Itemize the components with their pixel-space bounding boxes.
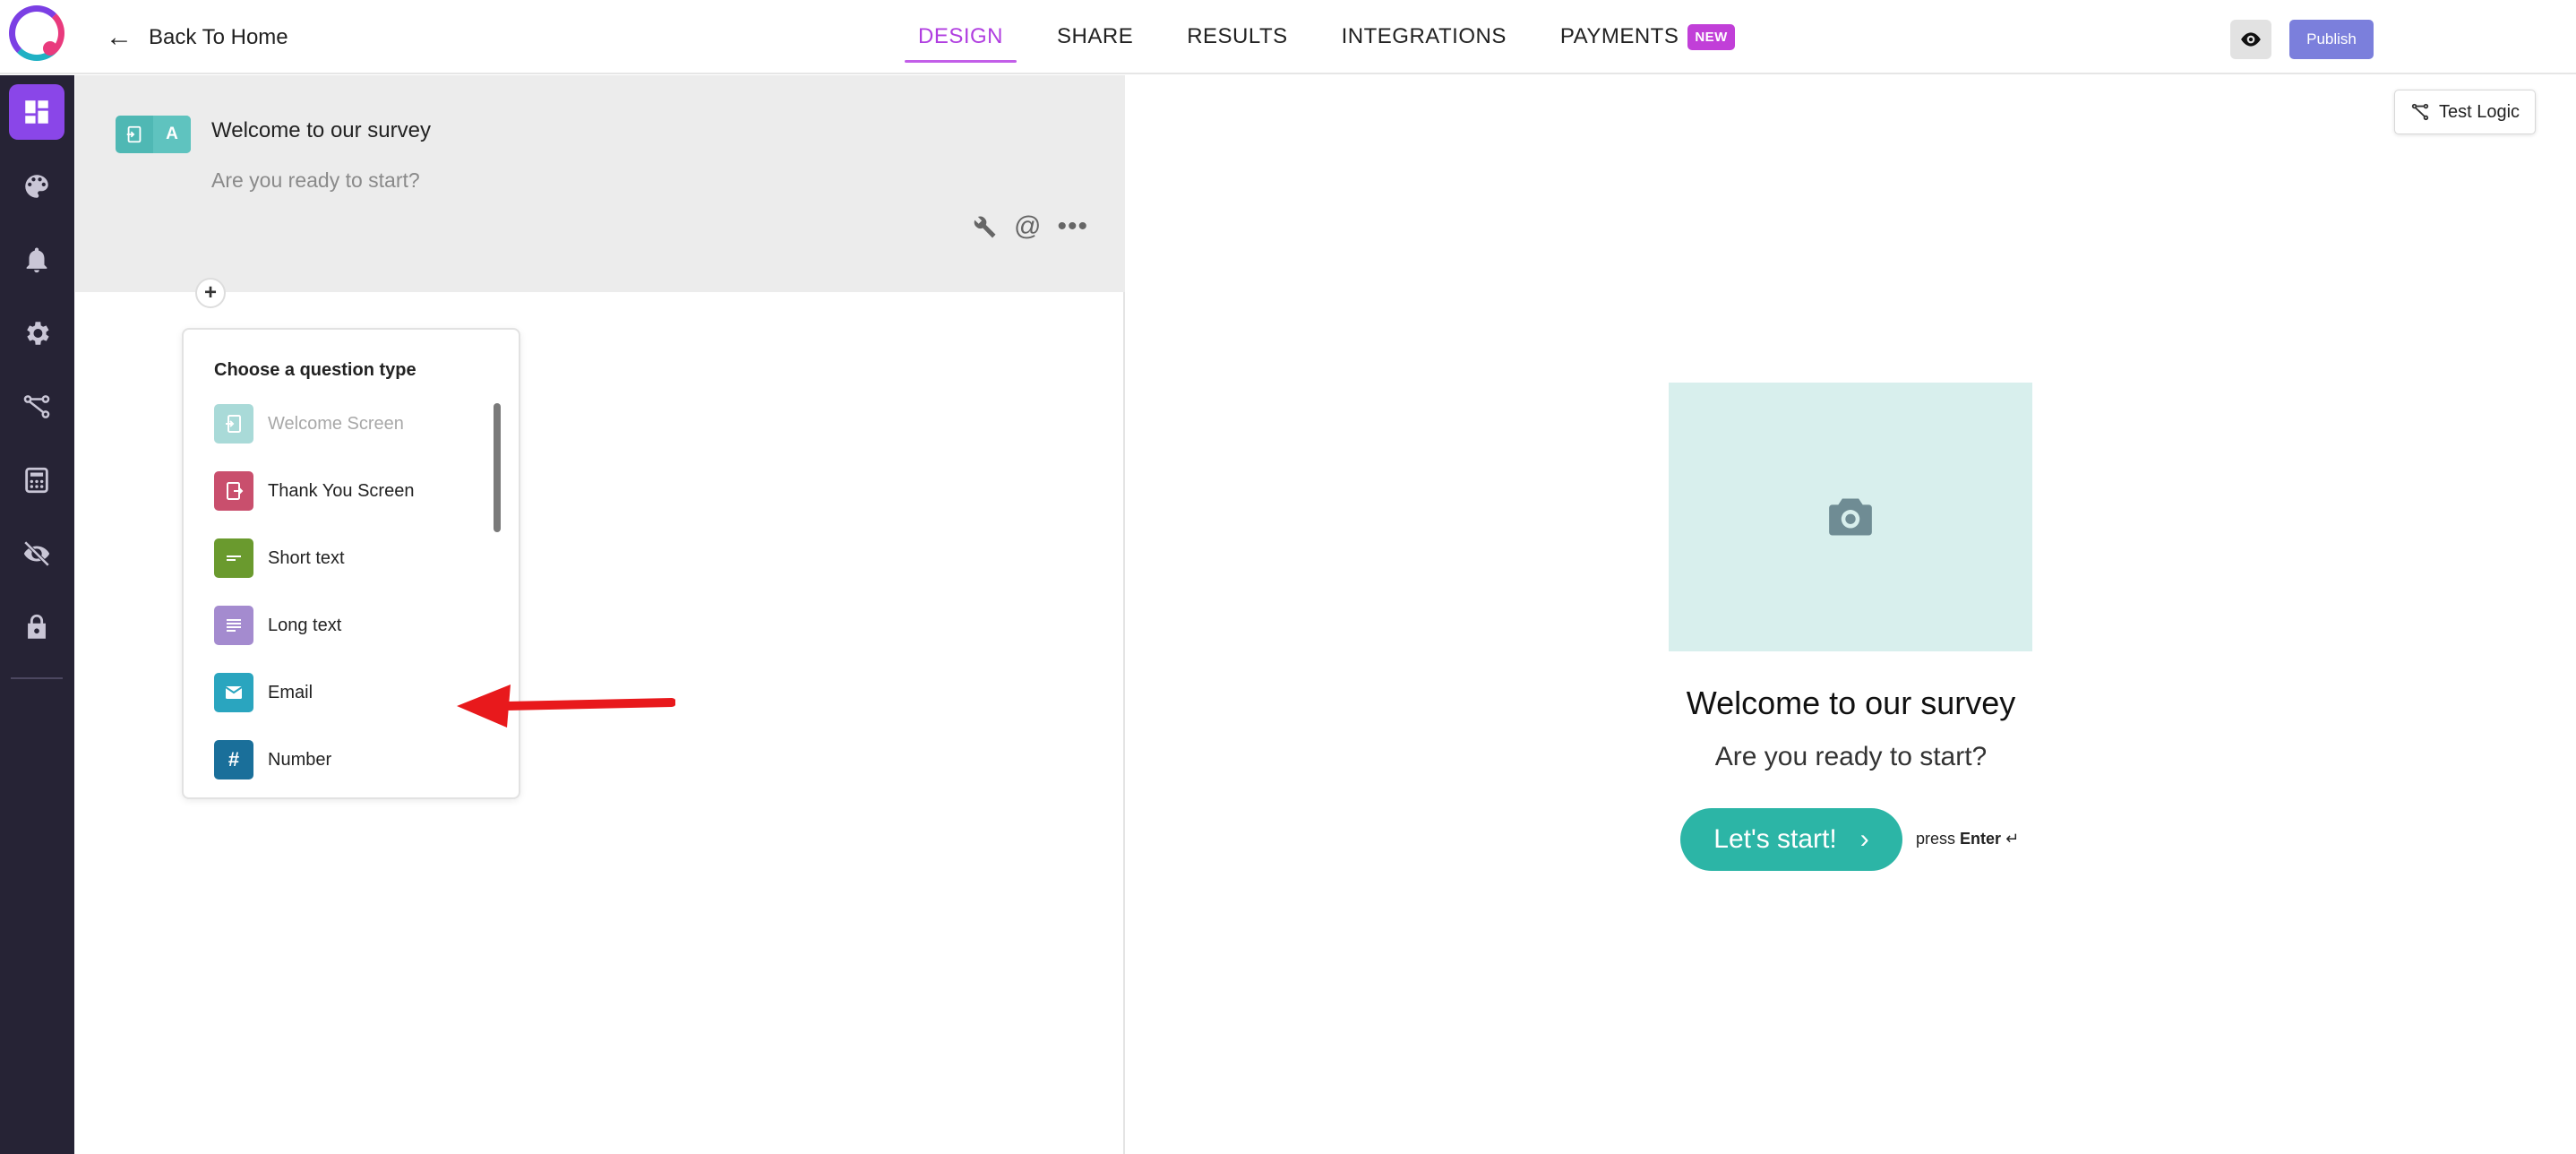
mention-icon[interactable]: @ — [1014, 211, 1041, 242]
long-text-icon — [214, 606, 253, 645]
start-button[interactable]: Let's start! › — [1680, 808, 1902, 871]
logic-flow-icon — [2411, 103, 2429, 121]
bell-icon — [26, 247, 47, 273]
red-arrow-annotation-icon — [457, 685, 675, 728]
camera-icon — [1829, 498, 1872, 536]
sidebar-item-theme[interactable] — [9, 159, 64, 214]
sidebar-item-logic[interactable] — [9, 379, 64, 435]
question-type-label: Short text — [268, 547, 345, 568]
question-type-label: Number — [268, 749, 332, 770]
start-button-label: Let's start! — [1713, 824, 1837, 854]
tab-integrations-label: INTEGRATIONS — [1341, 24, 1507, 48]
welcome-block-title[interactable]: Welcome to our survey — [211, 118, 431, 143]
tab-payments-label: PAYMENTS — [1559, 24, 1679, 48]
email-icon — [214, 673, 253, 712]
more-options-icon[interactable]: ••• — [1057, 211, 1088, 242]
sidebar-item-security[interactable] — [9, 599, 64, 655]
wrench-icon[interactable] — [971, 213, 998, 240]
question-type-label: Welcome Screen — [268, 413, 404, 434]
question-type-number[interactable]: # Number — [214, 739, 483, 780]
test-logic-label: Test Logic — [2438, 101, 2520, 122]
back-label: Back To Home — [149, 25, 288, 49]
calculator-icon — [25, 467, 48, 494]
back-to-home-link[interactable]: ← Back To Home — [106, 22, 288, 54]
welcome-block-tools: @ ••• — [971, 211, 1088, 242]
chevron-right-icon: › — [1859, 824, 1869, 854]
short-text-icon — [214, 538, 253, 578]
question-type-label: Email — [268, 682, 313, 702]
sidebar-divider — [11, 677, 63, 679]
thank-you-screen-icon — [214, 471, 253, 511]
tab-results[interactable]: RESULTS — [1173, 0, 1301, 73]
hidden-eye-icon — [23, 540, 50, 567]
popover-scrollbar[interactable] — [494, 403, 501, 532]
add-question-button[interactable]: + — [195, 278, 226, 308]
tab-results-label: RESULTS — [1187, 24, 1288, 48]
sidebar-item-calculator[interactable] — [9, 452, 64, 508]
sidebar-item-settings[interactable] — [9, 306, 64, 361]
enter-label: Enter — [1960, 830, 2002, 848]
tab-design-label: DESIGN — [918, 24, 1004, 48]
palette-icon — [25, 175, 48, 198]
main-tabs: DESIGN SHARE RESULTS INTEGRATIONS PAYMEN… — [905, 0, 1775, 73]
publish-button[interactable]: Publish — [2289, 20, 2374, 59]
sidebar-item-hidden-fields[interactable] — [9, 526, 64, 581]
question-type-label: Long text — [268, 615, 342, 635]
tab-share-label: SHARE — [1057, 24, 1134, 48]
dashboard-icon — [25, 100, 48, 124]
question-type-short-text[interactable]: Short text — [214, 538, 483, 579]
logic-flow-icon — [23, 395, 50, 418]
top-bar: ← Back To Home DESIGN SHARE RESULTS INTE… — [0, 0, 2576, 74]
enter-key-icon: ↵ — [2005, 830, 2020, 848]
preview-title: Welcome to our survey — [1686, 685, 2016, 721]
new-badge: NEW — [1687, 23, 1735, 50]
preview-button[interactable] — [2230, 20, 2271, 59]
eye-icon — [2241, 32, 2261, 47]
sidebar — [0, 75, 74, 1154]
welcome-block-badge: A — [116, 116, 191, 153]
question-type-long-text[interactable]: Long text — [214, 605, 483, 646]
press-enter-hint: press Enter ↵ — [1916, 830, 2019, 848]
number-icon: # — [214, 740, 253, 779]
preview-subtitle: Are you ready to start? — [1714, 742, 1988, 771]
question-type-label: Thank You Screen — [268, 480, 415, 501]
question-type-welcome-screen[interactable]: Welcome Screen — [214, 403, 483, 444]
question-type-thank-you-screen[interactable]: Thank You Screen — [214, 470, 483, 512]
welcome-screen-block[interactable]: A Welcome to our survey Are you ready to… — [75, 75, 1125, 292]
image-placeholder[interactable] — [1669, 383, 2032, 651]
question-type-email[interactable]: Email — [214, 672, 483, 713]
tab-share[interactable]: SHARE — [1043, 0, 1146, 73]
welcome-block-letter: A — [153, 116, 191, 153]
gear-icon — [27, 322, 49, 345]
editor-panel: A Welcome to our survey Are you ready to… — [75, 75, 1125, 1154]
sidebar-item-notifications[interactable] — [9, 232, 64, 288]
app-logo-dot — [43, 41, 57, 56]
tab-payments[interactable]: PAYMENTS NEW — [1547, 0, 1748, 73]
sidebar-item-dashboard[interactable] — [9, 84, 64, 140]
welcome-block-subtitle[interactable]: Are you ready to start? — [211, 168, 420, 193]
lock-icon — [28, 614, 46, 639]
welcome-screen-icon — [214, 404, 253, 444]
tab-integrations[interactable]: INTEGRATIONS — [1328, 0, 1520, 73]
test-logic-button[interactable]: Test Logic — [2394, 90, 2536, 134]
tab-design[interactable]: DESIGN — [905, 0, 1018, 73]
preview-panel: Test Logic Welcome to our survey Are you… — [1126, 75, 2576, 1154]
press-label: press — [1916, 830, 1956, 848]
question-type-popover: Choose a question type Welcome Screen Th… — [182, 328, 520, 799]
app-logo[interactable] — [9, 5, 64, 61]
question-type-title: Choose a question type — [214, 360, 416, 380]
welcome-screen-icon — [116, 116, 153, 153]
arrow-left-icon: ← — [106, 22, 133, 52]
